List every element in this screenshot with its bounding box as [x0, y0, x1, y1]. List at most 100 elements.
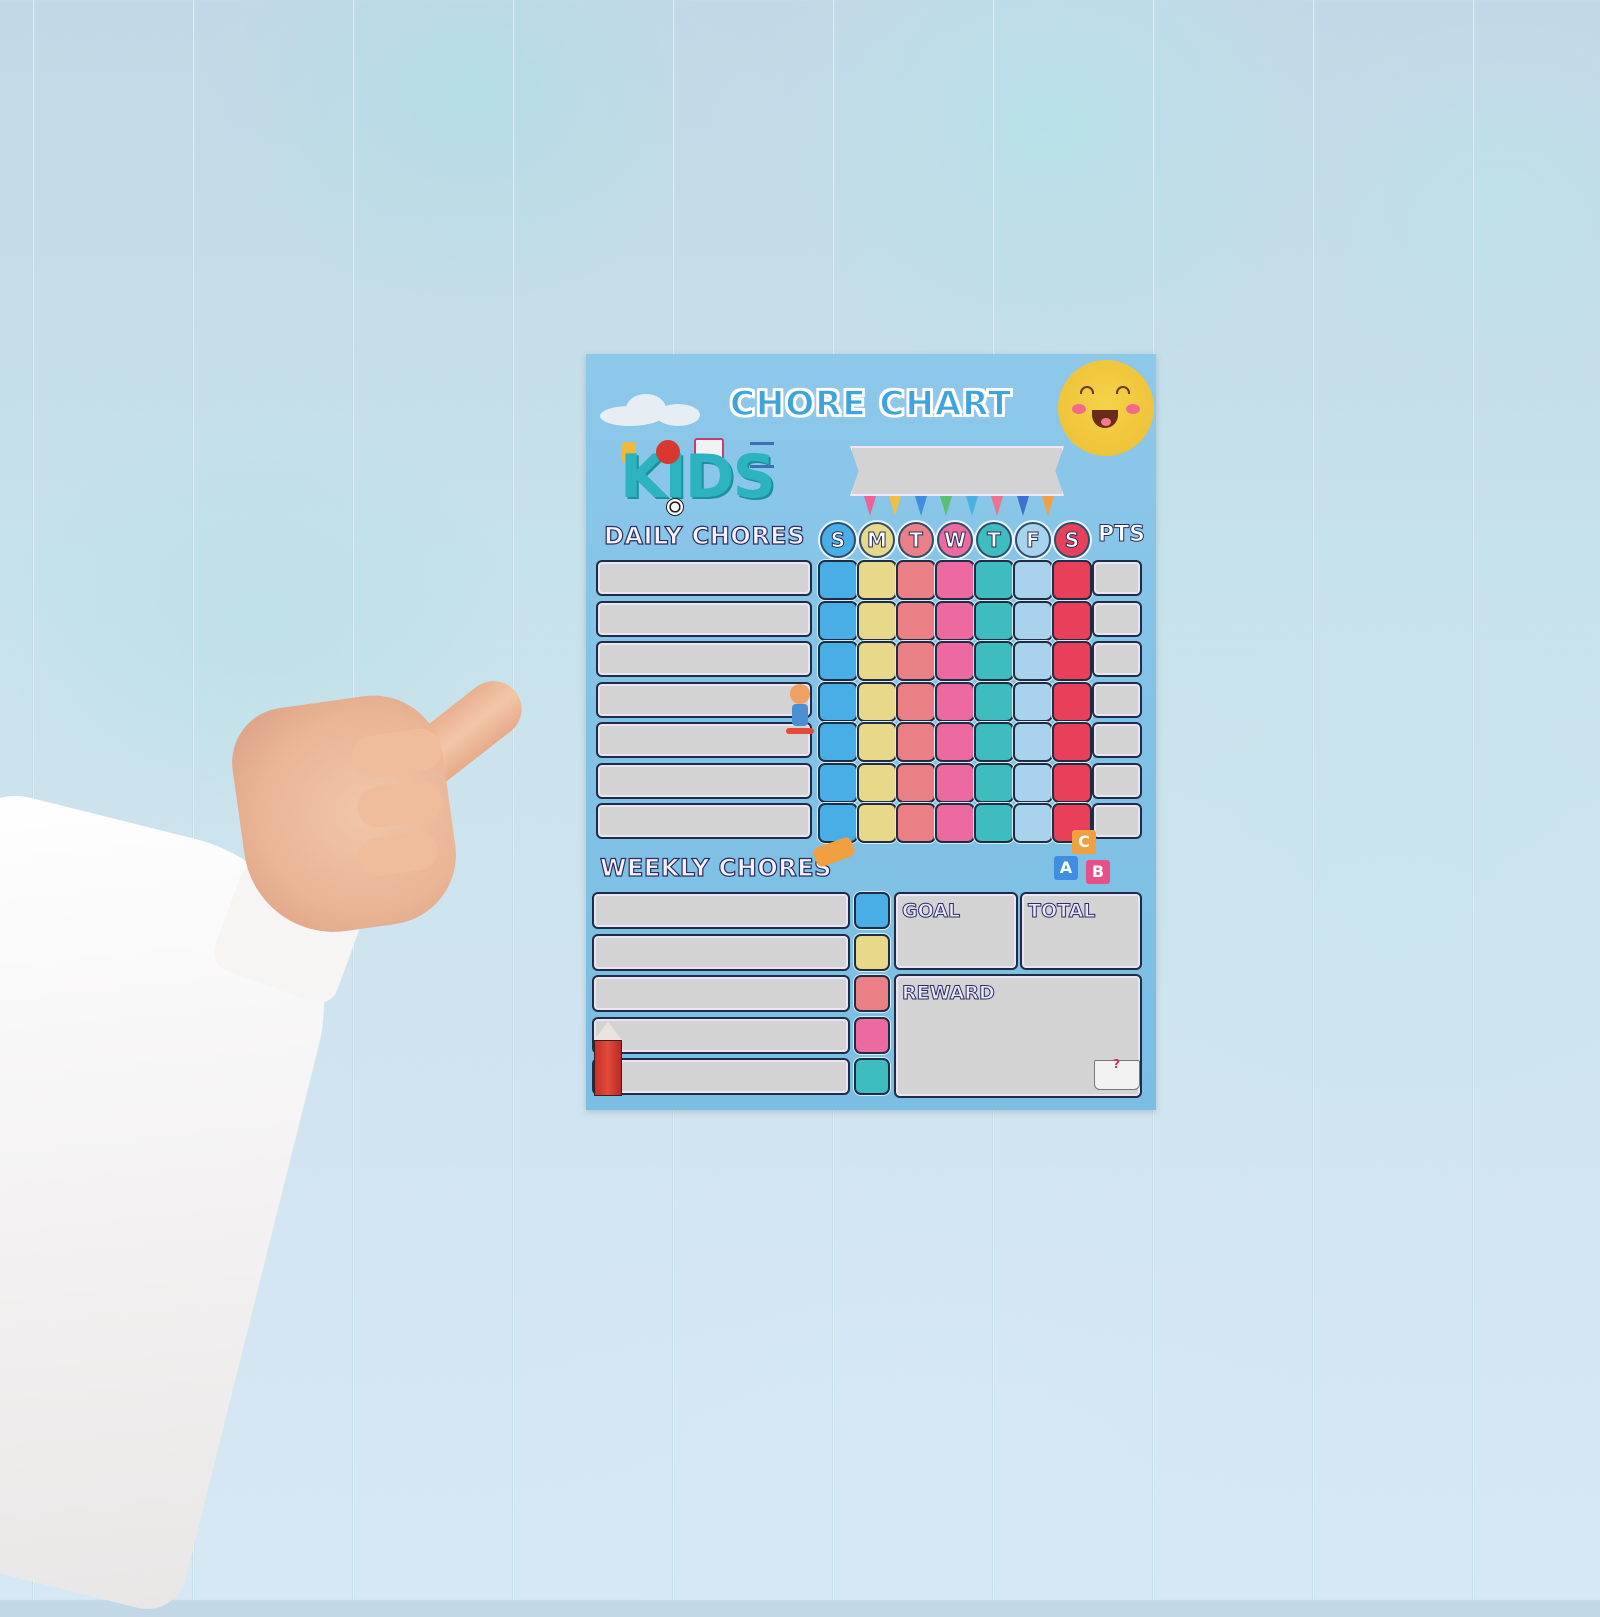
daily-check-cell[interactable] — [857, 722, 897, 762]
daily-check-cell[interactable] — [818, 641, 858, 681]
daily-check-cell[interactable] — [935, 762, 975, 803]
daily-check-cell[interactable] — [1052, 600, 1092, 641]
name-banner-field[interactable] — [850, 446, 1064, 496]
daily-check-cell[interactable] — [1052, 762, 1092, 803]
daily-check-cell[interactable] — [974, 803, 1014, 843]
daily-check-cell[interactable] — [974, 641, 1014, 681]
daily-check-cell[interactable] — [1013, 600, 1053, 641]
daily-check-cell[interactable] — [857, 803, 897, 843]
daily-check-cell[interactable] — [1052, 641, 1092, 681]
daily-check-cell[interactable] — [818, 560, 858, 600]
daily-check-cell[interactable] — [935, 641, 975, 681]
daily-check-cell[interactable] — [818, 681, 858, 722]
bunting-flag — [914, 496, 927, 516]
daily-chore-field[interactable] — [596, 641, 812, 677]
daily-chore-field[interactable] — [596, 681, 812, 718]
daily-check-cell[interactable] — [1052, 560, 1092, 600]
weekly-chore-field[interactable] — [592, 975, 850, 1012]
daily-points-field[interactable] — [1092, 762, 1142, 799]
reward-label: REWARD — [902, 982, 996, 1005]
daily-check-cell[interactable] — [935, 803, 975, 843]
daily-check-cell[interactable] — [1013, 762, 1053, 803]
daily-points-field[interactable] — [1092, 641, 1142, 677]
book-icon: ? — [1094, 1057, 1140, 1090]
bunting-flag — [991, 496, 1004, 516]
daily-check-cell[interactable] — [1052, 722, 1092, 762]
weekly-check-cell[interactable] — [854, 933, 890, 971]
daily-chore-field[interactable] — [596, 803, 812, 839]
daily-check-cell[interactable] — [818, 803, 858, 843]
sun-mouth — [1092, 410, 1118, 428]
daily-points-field[interactable] — [1092, 681, 1142, 718]
daily-check-cell[interactable] — [1013, 803, 1053, 843]
daily-check-cell[interactable] — [896, 560, 936, 600]
daily-check-cell[interactable] — [935, 560, 975, 600]
sun-icon — [1058, 360, 1154, 456]
total-label: TOTAL — [1027, 900, 1096, 923]
goal-label: GOAL — [901, 900, 961, 923]
daily-points-field[interactable] — [1092, 600, 1142, 637]
daily-check-cell[interactable] — [935, 600, 975, 641]
daily-check-cell[interactable] — [857, 762, 897, 803]
daily-chore-field[interactable] — [596, 762, 812, 799]
points-heading: PTS — [1098, 522, 1146, 548]
daily-check-cell[interactable] — [857, 641, 897, 681]
daily-check-cell[interactable] — [1013, 681, 1053, 722]
chore-chart-poster: CHORE CHART KIDS DAILY CHORES SMTWTFS PT… — [586, 354, 1156, 1110]
plank-seam — [512, 0, 515, 1600]
daily-check-cell[interactable] — [974, 762, 1014, 803]
daily-points-field[interactable] — [1092, 560, 1142, 596]
daily-check-cell[interactable] — [974, 600, 1014, 641]
goal-field[interactable]: GOAL — [894, 892, 1018, 970]
weekly-check-cell[interactable] — [854, 975, 890, 1012]
bunting-flag — [940, 496, 953, 516]
daily-check-cell[interactable] — [818, 600, 858, 641]
daily-check-cell[interactable] — [1013, 641, 1053, 681]
daily-check-cell[interactable] — [974, 560, 1014, 600]
daily-check-cell[interactable] — [935, 722, 975, 762]
weekly-chore-field[interactable] — [592, 933, 850, 971]
daily-check-cell[interactable] — [1013, 560, 1053, 600]
pencil-icon — [811, 835, 857, 869]
letter-block-b: B — [1086, 860, 1110, 884]
daily-chore-field[interactable] — [596, 600, 812, 637]
daily-chore-field[interactable] — [596, 722, 812, 758]
weekly-chore-field[interactable] — [592, 892, 850, 929]
weekly-check-cell[interactable] — [854, 1016, 890, 1054]
daily-check-cell[interactable] — [818, 722, 858, 762]
daily-check-cell[interactable] — [1013, 722, 1053, 762]
daily-check-cell[interactable] — [896, 641, 936, 681]
daily-points-field[interactable] — [1092, 722, 1142, 758]
daily-check-cell[interactable] — [896, 722, 936, 762]
weekly-check-cell[interactable] — [854, 1058, 890, 1095]
daily-check-cell[interactable] — [857, 560, 897, 600]
bunting-flags — [864, 496, 1054, 520]
daily-check-cell[interactable] — [974, 722, 1014, 762]
weekly-check-cell[interactable] — [854, 892, 890, 929]
daily-check-cell[interactable] — [857, 600, 897, 641]
total-field[interactable]: TOTAL — [1020, 892, 1142, 970]
kid-character-icon — [656, 440, 680, 464]
daily-check-cell[interactable] — [974, 681, 1014, 722]
day-header-2: T — [898, 522, 934, 558]
weekly-chore-field[interactable] — [592, 1016, 850, 1054]
daily-check-cell[interactable] — [818, 762, 858, 803]
skater-kid-icon — [786, 684, 814, 744]
curled-finger — [349, 726, 445, 781]
day-header-0: S — [820, 522, 856, 558]
sun-cheek — [1126, 404, 1140, 414]
letter-block-c: C — [1072, 830, 1096, 854]
daily-check-cell[interactable] — [896, 600, 936, 641]
daily-points-field[interactable] — [1092, 803, 1142, 839]
daily-check-cell[interactable] — [896, 762, 936, 803]
weekly-chores-heading: WEEKLY CHORES — [599, 853, 832, 882]
daily-check-cell[interactable] — [935, 681, 975, 722]
daily-check-cell[interactable] — [1052, 681, 1092, 722]
daily-chore-field[interactable] — [596, 560, 812, 596]
daily-check-cell[interactable] — [896, 681, 936, 722]
daily-check-cell[interactable] — [857, 681, 897, 722]
daily-check-cell[interactable] — [896, 803, 936, 843]
kids-logo: KIDS — [620, 442, 776, 512]
weekly-chore-field[interactable] — [592, 1058, 850, 1095]
bunting-flag — [965, 496, 978, 516]
